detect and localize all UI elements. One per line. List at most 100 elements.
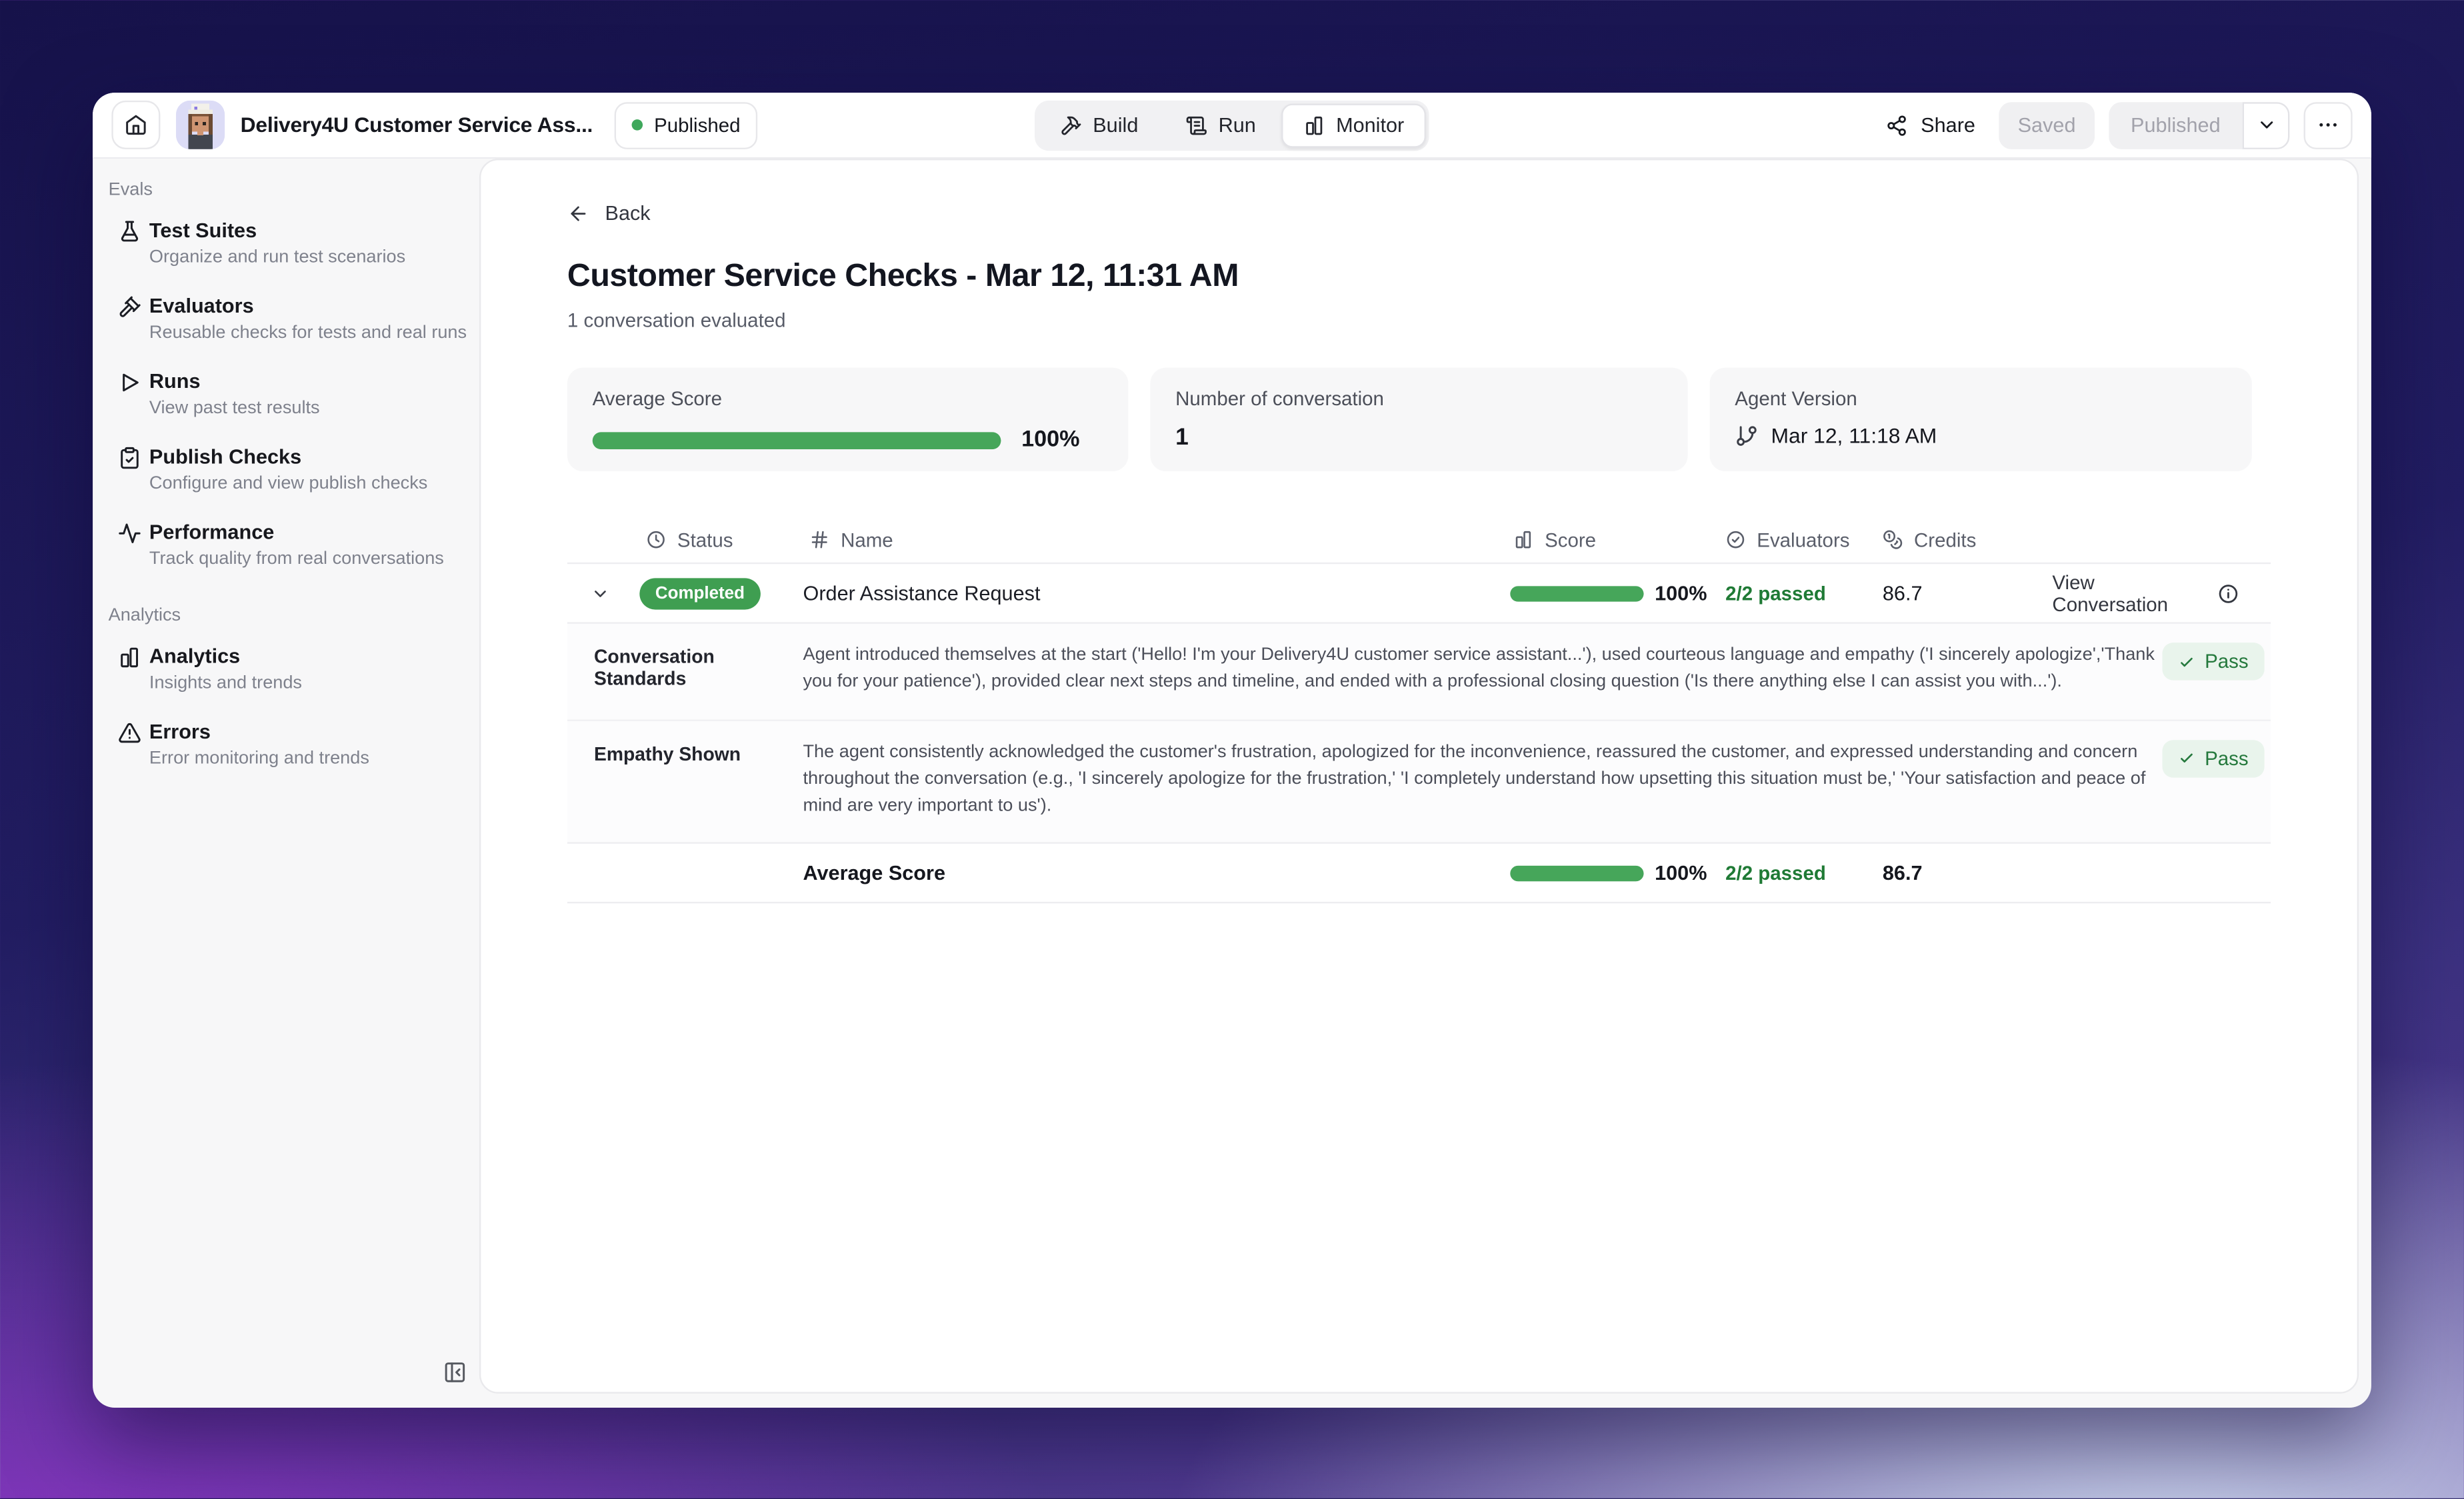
ellipsis-icon: [2316, 113, 2339, 137]
score-progress-bar: [1510, 865, 1643, 881]
pass-badge: Pass: [2162, 643, 2264, 681]
published-status-chip[interactable]: Published: [615, 101, 757, 149]
tab-monitor-label: Monitor: [1336, 113, 1404, 137]
sidebar-item-subtitle: Insights and trends: [149, 674, 302, 693]
sidebar-item-errors[interactable]: Errors Error monitoring and trends: [93, 720, 479, 768]
sidebar-item-performance[interactable]: Performance Track quality from real conv…: [93, 520, 479, 569]
share-icon: [1886, 114, 1908, 136]
progress-fill: [1510, 585, 1643, 601]
conversations-value: 1: [1175, 424, 1663, 451]
tab-build-label: Build: [1093, 113, 1138, 137]
check-row: Conversation Standards Agent introduced …: [567, 624, 2271, 719]
sidebar-item-subtitle: View past test results: [149, 399, 320, 418]
published-dot-icon: [632, 119, 643, 131]
sidebar-item-analytics[interactable]: Analytics Insights and trends: [93, 644, 479, 693]
footer-score-cell: 100%: [1510, 861, 1725, 884]
sidebar-item-title: Test Suites: [149, 219, 405, 242]
info-icon: [2217, 582, 2239, 604]
saved-button[interactable]: Saved: [1999, 101, 2094, 149]
check-row: Empathy Shown The agent consistently ack…: [567, 719, 2271, 842]
avatar-pixel-art: [176, 101, 225, 149]
agent-avatar[interactable]: [176, 101, 225, 149]
flask-icon: [118, 220, 141, 243]
chevron-down-icon[interactable]: [591, 585, 609, 603]
top-bar-left: Delivery4U Customer Service Ass... Publi…: [111, 101, 757, 149]
table-header-row: Status Name Score Evaluators: [567, 517, 2271, 564]
top-bar: Delivery4U Customer Service Ass... Publi…: [93, 93, 2371, 159]
back-link[interactable]: Back: [567, 201, 651, 225]
check-icon: [2178, 749, 2195, 766]
column-header-credits: Credits: [1883, 529, 2053, 551]
score-progress-bar: [1510, 585, 1643, 601]
row-actions: View Conversation: [2052, 571, 2271, 615]
sidebar-item-subtitle: Error monitoring and trends: [149, 749, 369, 768]
more-options-button[interactable]: [2304, 101, 2353, 149]
collapse-sidebar-button[interactable]: [439, 1356, 470, 1387]
alert-triangle-icon: [118, 721, 141, 745]
check-name: Empathy Shown: [567, 739, 803, 764]
publish-dropdown-button[interactable]: [2243, 101, 2290, 149]
expanded-checks: Conversation Standards Agent introduced …: [567, 624, 2271, 844]
progress-fill: [1510, 865, 1643, 881]
tab-monitor[interactable]: Monitor: [1281, 103, 1427, 147]
score-value: 100%: [1655, 581, 1707, 605]
pass-badge: Pass: [2162, 739, 2264, 777]
publish-split-button: Published: [2109, 101, 2289, 149]
sidebar-item-publish-checks[interactable]: Publish Checks Configure and view publis…: [93, 445, 479, 493]
footer-evaluators-value: 2/2 passed: [1725, 862, 1883, 884]
table-footer-row: Average Score 100% 2/2 passed 86.7: [567, 844, 2271, 904]
main-content: Back Customer Service Checks - Mar 12, 1…: [479, 159, 2359, 1394]
column-header-name: Name: [803, 529, 1510, 551]
agent-version-value: Mar 12, 11:18 AM: [1771, 424, 1937, 447]
sidebar-item-test-suites[interactable]: Test Suites Organize and run test scenar…: [93, 219, 479, 267]
footer-credits-value: 86.7: [1883, 861, 2053, 884]
clipboard-check-icon: [118, 446, 141, 469]
published-button[interactable]: Published: [2109, 101, 2243, 149]
coins-icon: [1883, 529, 1903, 550]
sidebar-item-title: Analytics: [149, 644, 302, 667]
average-score-value: 100%: [1021, 427, 1079, 453]
sidebar-section-evals: Evals: [109, 181, 479, 199]
home-button[interactable]: [111, 101, 160, 149]
panel-collapse-icon: [443, 1360, 466, 1383]
sidebar-item-title: Runs: [149, 369, 320, 393]
info-button[interactable]: [2217, 582, 2239, 604]
table-row[interactable]: Completed Order Assistance Request 100% …: [567, 564, 2271, 624]
tab-run[interactable]: Run: [1163, 103, 1278, 147]
share-button[interactable]: Share: [1877, 101, 1985, 149]
sidebar-section-analytics: Analytics: [109, 607, 479, 625]
results-table: Status Name Score Evaluators: [567, 517, 2271, 903]
share-label: Share: [1921, 113, 1975, 137]
bar-chart-icon: [1513, 529, 1534, 550]
agent-version-card: Agent Version Mar 12, 11:18 AM: [1710, 368, 2252, 472]
bar-chart-icon: [1303, 114, 1325, 136]
view-conversation-link[interactable]: View Conversation: [2052, 571, 2198, 615]
hash-icon: [809, 529, 830, 550]
check-description: Agent introduced themselves at the start…: [803, 643, 2162, 697]
sidebar: Evals Test Suites Organize and run test …: [93, 159, 479, 1406]
chevron-down-icon: [2256, 115, 2277, 135]
footer-label: Average Score: [803, 861, 1510, 884]
stats-row: Average Score 100% Number of conversatio…: [567, 368, 2271, 472]
sidebar-item-runs[interactable]: Runs View past test results: [93, 369, 479, 418]
home-icon: [124, 113, 147, 137]
check-name: Conversation Standards: [567, 643, 803, 690]
sidebar-item-evaluators[interactable]: Evaluators Reusable checks for tests and…: [93, 294, 479, 343]
check-description: The agent consistently acknowledged the …: [803, 739, 2162, 820]
tab-run-label: Run: [1219, 113, 1256, 137]
sidebar-item-subtitle: Organize and run test scenarios: [149, 248, 405, 267]
average-score-progress-bar: [593, 431, 1001, 449]
arrow-left-icon: [567, 202, 589, 224]
published-chip-label: Published: [654, 114, 740, 136]
top-bar-right: Share Saved Published: [1877, 101, 2352, 149]
sidebar-item-subtitle: Reusable checks for tests and real runs: [149, 324, 467, 343]
app-window: Delivery4U Customer Service Ass... Publi…: [93, 93, 2371, 1408]
tab-build[interactable]: Build: [1038, 103, 1161, 147]
gavel-icon: [118, 295, 141, 319]
credits-value: 86.7: [1883, 581, 2053, 605]
sidebar-item-title: Performance: [149, 520, 444, 543]
page-title: Customer Service Checks - Mar 12, 11:31 …: [567, 258, 2271, 296]
status-cell: Completed: [567, 577, 803, 609]
status-badge: Completed: [639, 577, 760, 609]
git-branch-icon: [1735, 424, 1758, 447]
